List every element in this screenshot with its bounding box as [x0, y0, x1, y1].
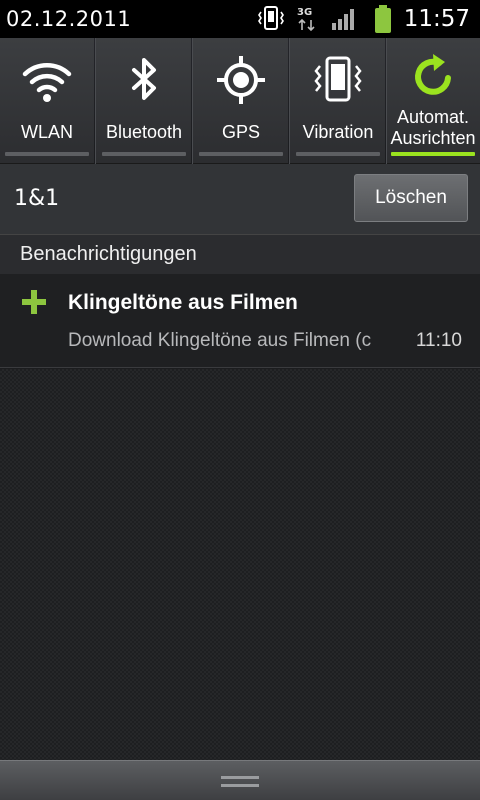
divider — [94, 38, 96, 164]
network-3g-icon: 3G — [296, 4, 322, 36]
clear-button[interactable]: Löschen — [354, 174, 468, 222]
toggle-auto-rotate-label-line2: Ausrichten — [390, 128, 476, 148]
toggle-auto-rotate-label-line1: Automat. — [396, 107, 470, 127]
divider — [288, 38, 290, 164]
notification-text: Download Klingeltöne aus Filmen (c — [68, 330, 372, 351]
toggle-auto-rotate[interactable]: Automat. Ausrichten — [386, 38, 480, 164]
notification-item[interactable]: Klingeltöne aus Filmen Download Klingelt… — [0, 274, 480, 368]
notification-title: Klingeltöne aus Filmen — [68, 291, 298, 314]
status-bar: 02.12.2011 3G 11:57 — [0, 0, 480, 38]
plus-icon — [22, 290, 46, 320]
toggle-gps-label: GPS — [221, 122, 260, 142]
notification-time: 11:10 — [415, 330, 462, 351]
signal-icon — [330, 7, 358, 35]
toggle-vibration-indicator — [296, 152, 380, 156]
grip-icon — [221, 776, 259, 787]
status-date: 02.12.2011 — [6, 7, 132, 31]
panel-drag-handle[interactable] — [0, 760, 480, 800]
toggle-vibration[interactable]: Vibration — [291, 38, 385, 164]
status-time: 11:57 — [403, 6, 470, 32]
network-label: 3G — [297, 7, 312, 18]
toggle-bluetooth-indicator — [102, 152, 186, 156]
notifications-title: Benachrichtigungen — [20, 243, 197, 265]
toggle-wlan-label: WLAN — [20, 122, 73, 142]
toggle-bluetooth-label: Bluetooth — [105, 122, 183, 142]
vibrate-icon — [256, 5, 286, 37]
wifi-icon — [19, 52, 75, 108]
auto-rotate-icon — [405, 48, 461, 104]
battery-icon — [372, 4, 394, 38]
bluetooth-icon — [116, 52, 172, 108]
toggle-gps-indicator — [199, 152, 283, 156]
toggle-gps[interactable]: GPS — [194, 38, 288, 164]
empty-area — [0, 369, 480, 760]
toggle-auto-rotate-indicator — [391, 152, 475, 156]
quick-settings-panel: WLAN Bluetooth GPS Vibration Automat. Au… — [0, 38, 480, 164]
operator-bar: 1&1 Löschen — [0, 164, 480, 234]
carrier-name: 1&1 — [14, 186, 60, 211]
vibration-icon — [310, 52, 366, 108]
toggle-bluetooth[interactable]: Bluetooth — [97, 38, 191, 164]
toggle-wlan-indicator — [5, 152, 89, 156]
divider — [191, 38, 193, 164]
notifications-header: Benachrichtigungen — [0, 234, 480, 274]
toggle-vibration-label: Vibration — [302, 122, 374, 142]
toggle-wlan[interactable]: WLAN — [0, 38, 94, 164]
gps-icon — [213, 52, 269, 108]
